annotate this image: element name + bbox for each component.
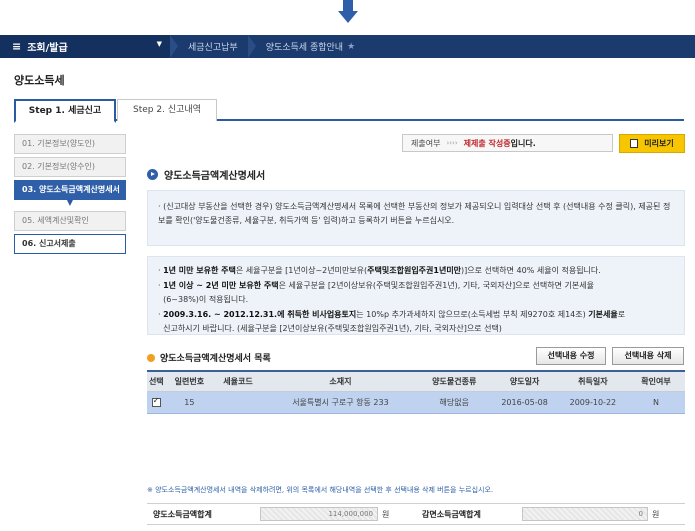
cell-transfer-date: 2016-05-08 — [490, 391, 559, 414]
status-dots: ›››› — [446, 139, 458, 147]
col-address: 소재지 — [262, 370, 419, 392]
sidebar-item-seller-info[interactable]: 01. 기본정보(양도인) — [14, 134, 126, 154]
top-navigation: ≡ 조회/발급 ▼ 세금신고납부 양도소득세 종합안내 ★ — [0, 35, 695, 58]
hamburger-icon: ≡ — [12, 40, 22, 53]
breadcrumb-tax-filing[interactable]: 세금신고납부 — [178, 35, 248, 58]
sum-value-field: 114,000,000 — [260, 507, 378, 521]
sidebar-item-buyer-info[interactable]: 02. 기본정보(양수인) — [14, 157, 126, 177]
status-suffix: 입니다. — [510, 138, 536, 148]
cell-confirmed: N — [627, 391, 685, 414]
row-checkbox[interactable] — [151, 396, 161, 407]
play-bullet-icon — [147, 169, 158, 180]
breadcrumb-separator — [170, 35, 178, 58]
table-row[interactable]: 15 서울특별시 구로구 항동 233 해당없음 2016-05-08 2009… — [147, 391, 685, 414]
breadcrumb-separator — [247, 35, 256, 58]
reduce-value-field: 0 — [522, 507, 648, 521]
sidebar-item-submit[interactable]: 06. 신고서제출 — [14, 234, 126, 254]
main-menu-label: 조회/발급 — [27, 43, 68, 54]
section-title: 양도소득금액계산명세서 — [147, 167, 265, 182]
col-serial: 일련번호 — [165, 370, 214, 392]
cell-rate-code — [213, 391, 263, 414]
delete-selected-button[interactable]: 선택내용 삭제 — [612, 347, 684, 365]
preview-label: 미리보기 — [644, 139, 674, 148]
cell-serial: 15 — [165, 391, 214, 414]
col-rate-code: 세율코드 — [213, 370, 263, 392]
reduce-unit: 원 — [652, 509, 660, 519]
sum-label: 양도소득금액합계 — [153, 509, 212, 519]
down-arrow-icon — [338, 0, 358, 24]
chevron-down-icon: ▼ — [156, 40, 162, 48]
tab-step1[interactable]: Step 1. 세금신고 — [14, 99, 116, 123]
col-acquire-date: 취득일자 — [558, 370, 628, 392]
sum-unit: 원 — [382, 509, 390, 519]
delete-note: ※ 양도소득금액계산명세서 내역을 삭제하려면, 위의 목록에서 해당내역을 선… — [147, 486, 494, 494]
status-label: 제출여부 — [411, 138, 441, 148]
preview-button[interactable]: 미리보기 — [619, 134, 685, 153]
main-menu-button[interactable]: ≡ 조회/발급 ▼ — [0, 35, 170, 58]
info-text: (신고대상 부동산을 선택한 경우) 양도소득금액계산명세서 목록에 선택한 부… — [158, 202, 671, 225]
info-box-instructions: · (신고대상 부동산을 선택한 경우) 양도소득금액계산명세서 목록에 선택한… — [147, 190, 685, 246]
col-kind: 양도물건종류 — [418, 370, 491, 392]
star-icon[interactable]: ★ — [347, 42, 355, 52]
statement-table: 선택 일련번호 세율코드 소재지 양도물건종류 양도일자 취득일자 확인여부 1… — [147, 370, 685, 414]
cell-kind: 해당없음 — [418, 391, 491, 414]
submission-status: 제출여부 ›››› 제제출 작성중 입니다. — [402, 134, 613, 152]
cell-acquire-date: 2009-10-22 — [558, 391, 628, 414]
col-confirmed: 확인여부 — [627, 370, 685, 392]
document-icon — [630, 139, 639, 148]
step-tabs: Step 1. 세금신고 Step 2. 신고내역 — [14, 99, 684, 123]
breadcrumb-capital-gains-guide[interactable]: 양도소득세 종합안내 ★ — [256, 35, 365, 58]
col-select: 선택 — [147, 370, 166, 392]
tab-step2[interactable]: Step 2. 신고내역 — [117, 99, 217, 121]
totals-row: 양도소득금액합계 114,000,000 원 감면소득금액합계 0 원 — [147, 503, 685, 525]
bullet-icon — [147, 353, 155, 362]
sidebar-item-tax-calc[interactable]: 05. 세액계산및확인 — [14, 211, 126, 231]
sidebar: 01. 기본정보(양도인) 02. 기본정보(양수인) 03. 양도소득금액계산… — [14, 134, 126, 257]
page-title: 양도소득세 — [14, 74, 65, 87]
sidebar-item-gain-statement[interactable]: 03. 양도소득금액계산명세서 — [14, 180, 126, 200]
list-title: 양도소득금액계산명세서 목록 — [147, 351, 271, 364]
step-arrow-icon: ▼ — [66, 198, 74, 207]
row-select-cell[interactable] — [147, 391, 166, 414]
col-transfer-date: 양도일자 — [490, 370, 559, 392]
edit-selected-button[interactable]: 선택내용 수정 — [536, 347, 606, 365]
status-value: 제제출 작성중 — [463, 138, 511, 148]
reduce-label: 감면소득금액합계 — [422, 509, 481, 519]
info-box-rates: · 1년 미만 보유한 주택은 세율구분을 [1년이상~2년미만보유(주택및조합… — [147, 256, 685, 335]
cell-address: 서울특별시 구로구 항동 233 — [262, 391, 419, 414]
